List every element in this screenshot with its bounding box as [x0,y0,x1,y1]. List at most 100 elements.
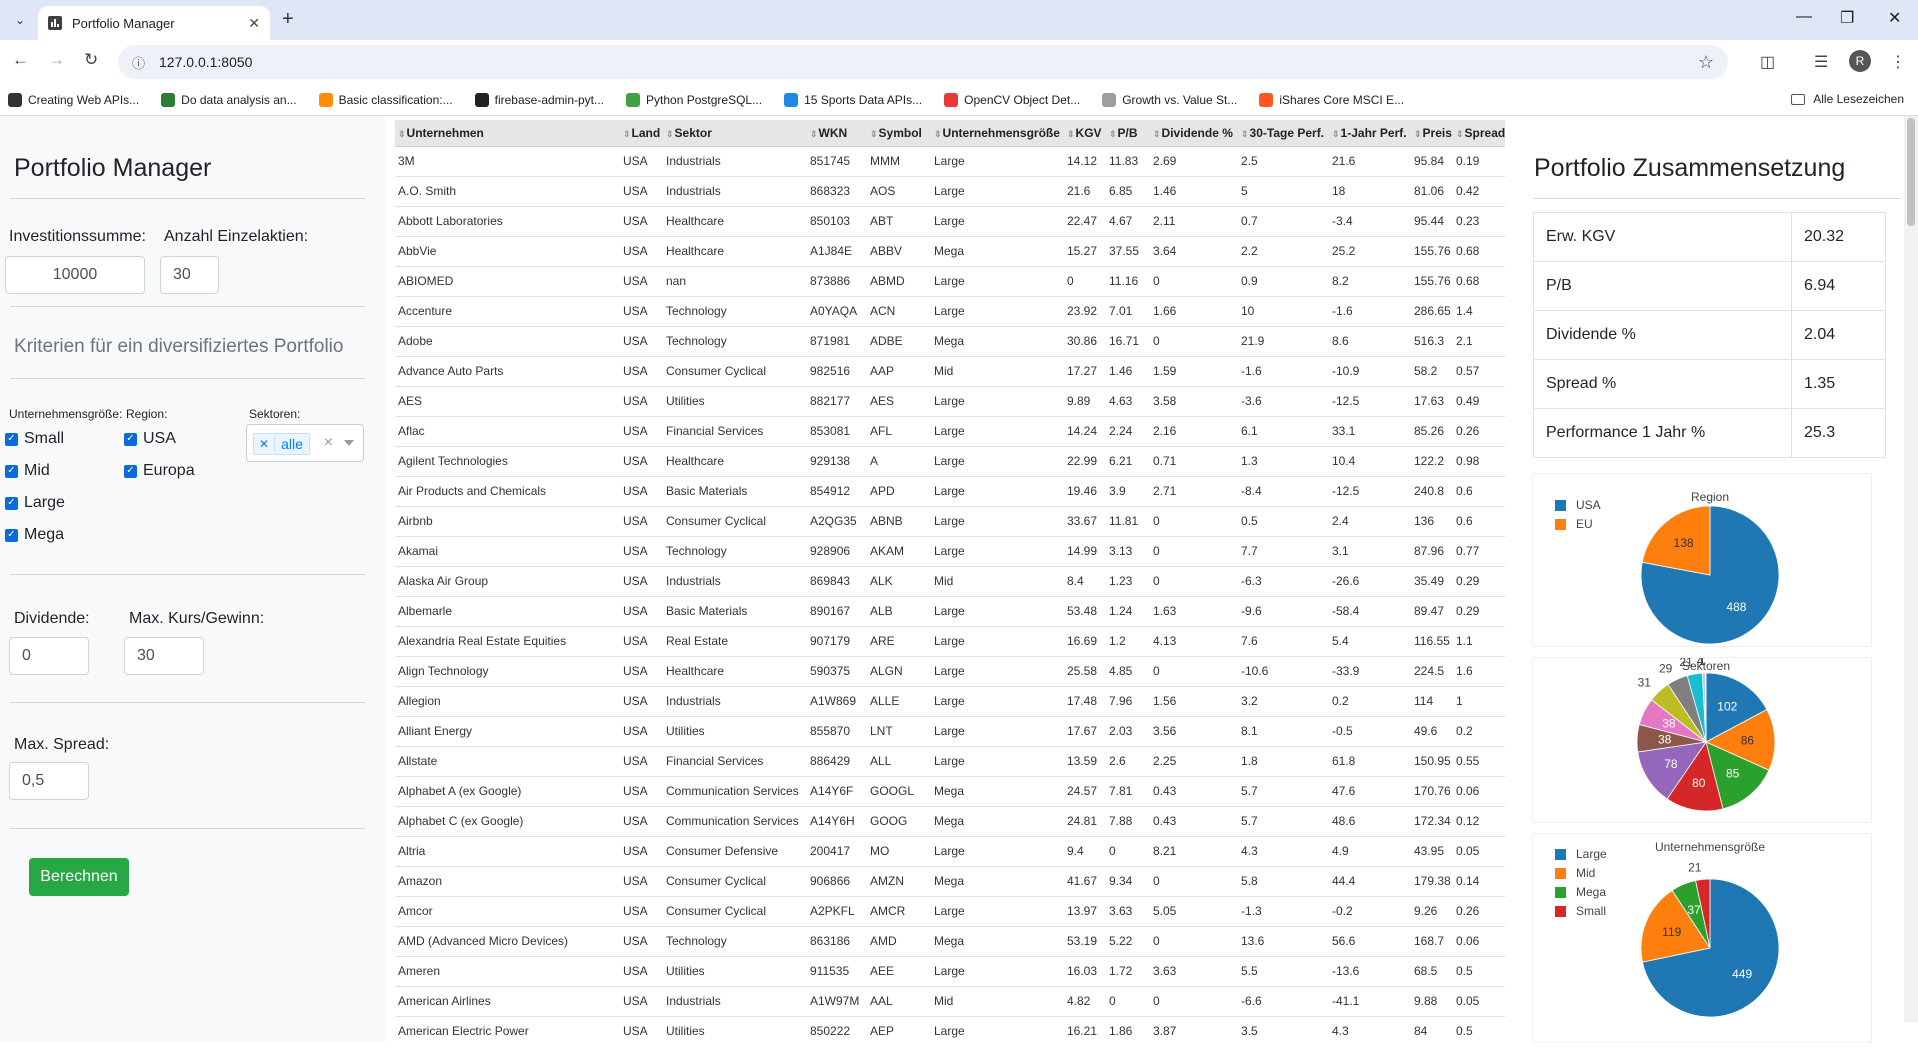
table-row[interactable]: Altria USA Consumer Defensive 200417 MO Large… [395,836,1505,867]
table-row[interactable]: American Airlines USA Industrials A1W97M AAL… [395,986,1505,1017]
table-row[interactable]: 3M USA Industrials 851745 MMM Large 14.12 11.83… [395,146,1505,177]
bookmark-item[interactable]: Basic classification:... [318,92,453,107]
new-tab-icon[interactable]: + [282,8,294,31]
size-checkbox-large[interactable]: ✓ Large [5,494,65,512]
column-header[interactable]: ⇕KGV [1064,120,1106,147]
sort-icon[interactable]: ⇕ [1153,129,1161,139]
table-row[interactable]: Alaska Air Group USA Industrials 869843 ALK M… [395,566,1505,597]
table-row[interactable]: AES USA Utilities 882177 AES Large 9.89 4.63 3.5… [395,386,1505,417]
table-row[interactable]: Ameren USA Utilities 911535 AEE Large 16.03 1.7… [395,956,1505,987]
sector-dropdown[interactable]: ✕ alle × [246,424,364,462]
size-checkbox-mega[interactable]: ✓ Mega [5,526,64,544]
column-header[interactable]: ⇕30-Tage Perf. [1238,120,1329,147]
table-row[interactable]: Adobe USA Technology 871981 ADBE Mega 30.86 16.… [395,326,1505,357]
column-header[interactable]: ⇕Symbol [867,120,931,147]
bookmark-item[interactable]: Growth vs. Value St... [1102,92,1237,107]
calculate-button[interactable]: Berechnen [29,858,129,896]
bookmark-item[interactable]: firebase-admin-pyt... [474,92,604,107]
sort-icon[interactable]: ⇕ [1414,129,1422,139]
table-row[interactable]: Airbnb USA Consumer Cyclical A2QG35 ABNB Larg… [395,506,1505,537]
table-row[interactable]: Air Products and Chemicals USA Basic Mater… [395,476,1505,507]
sort-icon[interactable]: ⇕ [398,129,406,139]
bookmark-item[interactable]: 15 Sports Data APIs... [784,92,922,107]
window-close-icon[interactable]: ✕ [1888,8,1901,28]
table-row[interactable]: AbbVie USA Healthcare A1J84E ABBV Mega 15.27 37… [395,236,1505,267]
sort-icon[interactable]: ⇕ [810,129,818,139]
table-row[interactable]: ABIOMED USA nan 873886 ABMD Large 0 11.16 0 0.9 8.… [395,266,1505,297]
remove-tag-icon[interactable]: ✕ [254,437,276,451]
max-spread-input[interactable]: 0,5 [9,762,89,800]
menu-icon[interactable]: ⋮ [1890,52,1906,72]
sort-icon[interactable]: ⇕ [1332,129,1340,139]
profile-avatar[interactable]: R [1849,50,1871,72]
bookmark-item[interactable]: Python PostgreSQL... [626,92,762,107]
size-checkbox-small[interactable]: ✓ Small [5,430,64,448]
table-row[interactable]: Amazon USA Consumer Cyclical 906866 AMZN Mega… [395,866,1505,897]
column-header[interactable]: ⇕Spread [1453,120,1505,147]
back-icon[interactable]: ← [12,50,29,70]
all-bookmarks[interactable]: Alle Lesezeichen [1791,92,1904,106]
sort-icon[interactable]: ⇕ [666,129,674,139]
table-row[interactable]: Aflac USA Financial Services 853081 AFL Large… [395,416,1505,447]
dividend-input[interactable]: 0 [9,637,89,675]
minimize-icon[interactable]: — [1796,8,1812,26]
page-scrollbar[interactable] [1904,116,1918,1022]
table-row[interactable]: Amcor USA Consumer Cyclical A2PKFL AMCR Large… [395,896,1505,927]
media-icon[interactable]: ☰ [1814,52,1828,72]
extensions-icon[interactable]: ◫ [1760,52,1775,72]
count-input[interactable]: 30 [160,256,219,294]
column-header[interactable]: ⇕Dividende % [1150,120,1238,147]
bookmark-star-icon[interactable]: ☆ [1698,52,1714,73]
column-header[interactable]: ⇕Unternehmen [395,120,620,147]
table-row[interactable]: Akamai USA Technology 928906 AKAM Large 14.99 3… [395,536,1505,567]
bookmark-item[interactable]: OpenCV Object Det... [944,92,1080,107]
tab-search-icon[interactable]: ⌄ [8,8,32,32]
column-header[interactable]: ⇕Land [620,120,663,147]
bookmark-item[interactable]: Do data analysis an... [161,92,297,107]
table-row[interactable]: A.O. Smith USA Industrials 868323 AOS Large 21… [395,176,1505,207]
table-row[interactable]: American Electric Power USA Utilities 85022… [395,1016,1505,1042]
sort-icon[interactable]: ⇕ [1456,129,1464,139]
sort-icon[interactable]: ⇕ [623,129,631,139]
tab-close-icon[interactable]: ✕ [248,15,260,32]
clear-icon[interactable]: × [324,434,333,452]
sort-icon[interactable]: ⇕ [934,129,942,139]
table-row[interactable]: Alliant Energy USA Utilities 855870 LNT Large… [395,716,1505,747]
sort-icon[interactable]: ⇕ [1241,129,1249,139]
restore-icon[interactable]: ❐ [1840,8,1854,28]
table-row[interactable]: Advance Auto Parts USA Consumer Cyclical 98… [395,356,1505,387]
sort-icon[interactable]: ⇕ [1067,129,1075,139]
table-row[interactable]: Albemarle USA Basic Materials 890167 ALB Larg… [395,596,1505,627]
region-checkbox-usa[interactable]: ✓ USA [124,430,176,448]
table-row[interactable]: Alphabet C (ex Google) USA Communication S… [395,806,1505,837]
sort-icon[interactable]: ⇕ [1109,129,1117,139]
url-bar[interactable]: ⓘ 127.0.0.1:8050 ☆ [118,45,1728,79]
column-header[interactable]: ⇕Sektor [663,120,807,147]
column-header[interactable]: ⇕P/B [1106,120,1150,147]
table-row[interactable]: Abbott Laboratories USA Healthcare 850103 AB… [395,206,1505,237]
chevron-down-icon[interactable] [344,440,354,446]
column-header[interactable]: ⇕1-Jahr Perf. [1329,120,1411,147]
browser-tab[interactable]: Portfolio Manager ✕ [38,6,270,40]
table-row[interactable]: Allstate USA Financial Services 886429 ALL La… [395,746,1505,777]
bookmark-item[interactable]: Creating Web APIs... [8,92,139,107]
table-row[interactable]: Alexandria Real Estate Equities USA Real E… [395,626,1505,657]
column-header[interactable]: ⇕WKN [807,120,867,147]
bookmark-item[interactable]: iShares Core MSCI E... [1259,92,1404,107]
region-checkbox-europa[interactable]: ✓ Europa [124,462,195,480]
table-row[interactable]: Allegion USA Industrials A1W869 ALLE Large 17.… [395,686,1505,717]
site-info-icon[interactable]: ⓘ [132,53,145,72]
investment-input[interactable]: 10000 [5,256,145,294]
sort-icon[interactable]: ⇕ [870,129,878,139]
table-row[interactable]: Align Technology USA Healthcare 590375 ALGN L… [395,656,1505,687]
table-row[interactable]: Agilent Technologies USA Healthcare 929138 A… [395,446,1505,477]
max-pe-input[interactable]: 30 [124,637,204,675]
forward-icon[interactable]: → [48,50,65,70]
table-row[interactable]: AMD (Advanced Micro Devices) USA Technolog… [395,926,1505,957]
reload-icon[interactable]: ↻ [84,50,98,70]
column-header[interactable]: ⇕Preis [1411,120,1453,147]
table-row[interactable]: Accenture USA Technology A0YAQA ACN Large 23.9… [395,296,1505,327]
table-row[interactable]: Alphabet A (ex Google) USA Communication S… [395,776,1505,807]
size-checkbox-mid[interactable]: ✓ Mid [5,462,50,480]
scrollbar-thumb[interactable] [1907,118,1915,226]
